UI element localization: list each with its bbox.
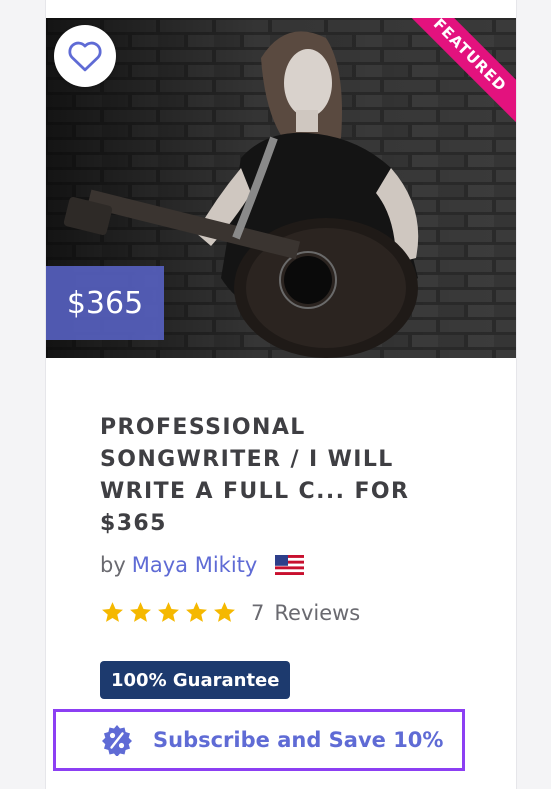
gig-title[interactable]: PROFESSIONAL SONGWRITER / I WILL WRITE A… [100,412,460,540]
us-flag-icon [275,555,305,575]
review-count: 7 [251,600,265,625]
gig-thumbnail[interactable]: FEATURED $365 [46,18,516,358]
star-icon [130,602,151,622]
rating-row: 7 Reviews [100,600,360,625]
star-rating [100,600,237,625]
star-icon [158,602,179,622]
price-tag: $365 [46,266,164,340]
heart-icon [68,41,102,72]
star-icon [214,602,235,622]
star-icon [102,602,123,622]
seller-byline: by Maya Mikity [100,553,305,577]
seller-name-link[interactable]: Maya Mikity [132,553,258,577]
percent-badge-icon [102,725,132,756]
featured-label: FEATURED [402,18,516,123]
subscribe-save-button[interactable]: Subscribe and Save 10% [53,709,465,771]
favorite-button[interactable] [54,25,116,87]
featured-ribbon: FEATURED [396,18,516,138]
by-label: by [100,553,126,577]
guarantee-badge: 100% Guarantee [100,661,291,699]
reviews-label[interactable]: Reviews [274,601,360,625]
star-icon [186,602,207,622]
gig-card[interactable]: FEATURED $365 PROFESSIONAL SONGWRITER / … [45,0,517,789]
subscribe-label: Subscribe and Save 10% [153,728,444,752]
